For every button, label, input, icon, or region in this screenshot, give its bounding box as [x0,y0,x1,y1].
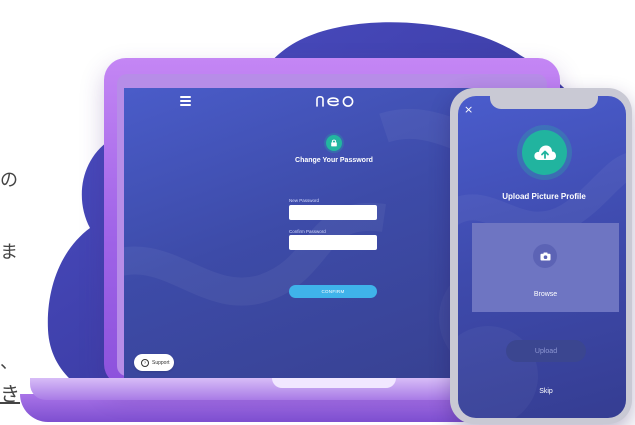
skip-link[interactable]: Skip [506,388,586,395]
confirm-password-field[interactable] [289,235,377,250]
confirm-password-label: Confirm Password [289,229,326,234]
lock-icon [326,135,342,151]
close-icon[interactable]: × [464,103,473,116]
camera-icon [533,244,557,268]
page-title: Change Your Password [295,157,373,164]
new-password-field[interactable] [289,205,377,220]
hamburger-menu-icon[interactable] [180,96,191,106]
edge-text-4: き [0,382,20,406]
support-button[interactable]: ? Support [134,354,174,371]
confirm-button[interactable]: CONFIRM [289,285,377,298]
edge-text-3: 、 [0,352,18,373]
cloud-upload-icon [522,130,567,175]
upload-button[interactable]: Upload [506,340,586,362]
support-label: Support [152,359,170,366]
help-icon: ? [141,358,149,367]
laptop-notch [272,378,396,388]
phone-notch [490,96,598,109]
edge-text-2: ま [0,242,18,263]
browse-label: Browse [533,291,558,298]
new-password-label: New Password [289,198,320,203]
upload-title: Upload Picture Profile [502,192,586,201]
brand-logo [316,95,354,107]
edge-text-1: の [0,170,18,191]
